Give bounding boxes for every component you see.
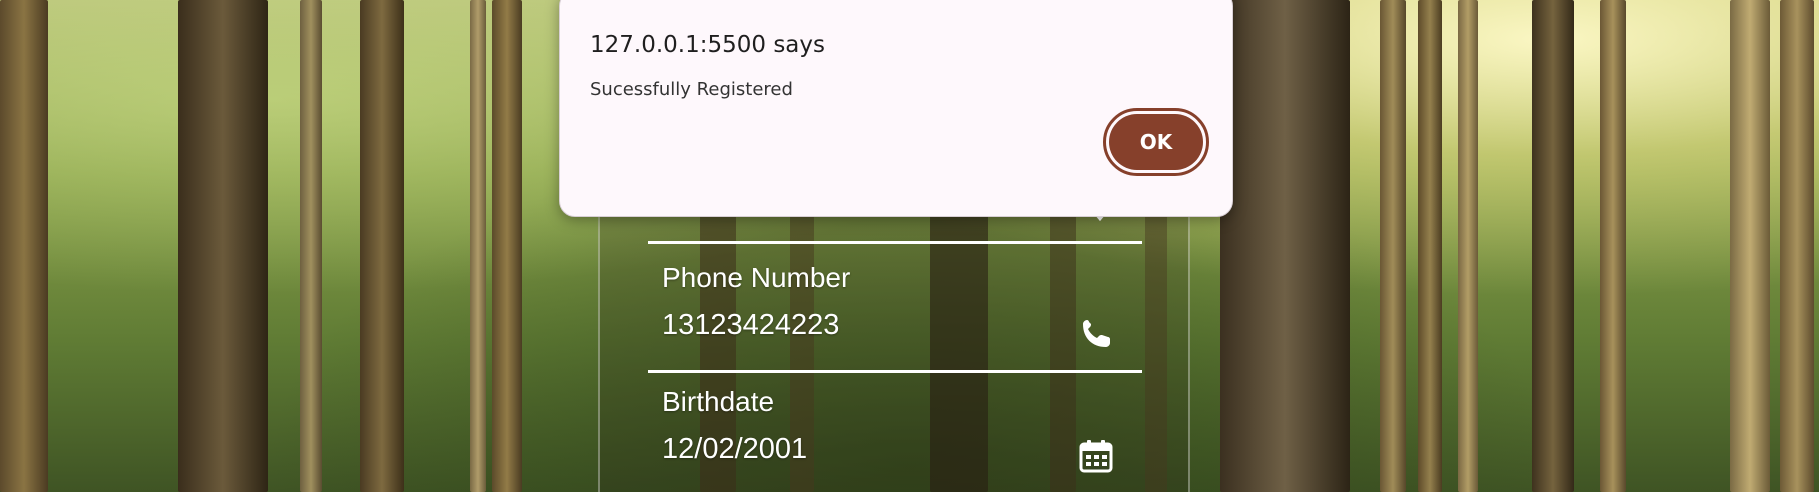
tree-trunk (1380, 0, 1406, 492)
ok-button-label: OK (1109, 114, 1203, 170)
birthdate-label: Birthdate (662, 386, 775, 417)
tree-trunk (178, 0, 268, 492)
dialog-title: 127.0.0.1:5500 says (590, 32, 825, 58)
calendar-icon[interactable] (1078, 438, 1114, 474)
birthdate-input[interactable] (662, 433, 1042, 466)
birthdate-field: Birthdate (648, 370, 1142, 492)
tree-trunk (1730, 0, 1770, 492)
alert-dialog: 127.0.0.1:5500 says Sucessfully Register… (559, 0, 1233, 217)
tree-trunk (1418, 0, 1442, 492)
phone-icon (1083, 320, 1110, 347)
tree-trunk (300, 0, 322, 492)
tree-trunk (0, 0, 48, 492)
tree-trunk (1220, 0, 1350, 492)
phone-number-label: Phone Number (662, 262, 851, 293)
phone-number-field: Phone Number (648, 244, 1142, 373)
tree-trunk (1600, 0, 1626, 492)
phone-number-input[interactable] (662, 309, 1042, 342)
tree-trunk (1458, 0, 1478, 492)
tree-trunk (492, 0, 522, 492)
tree-trunk (470, 0, 486, 492)
tree-trunk (1532, 0, 1574, 492)
tree-trunk (1780, 0, 1814, 492)
tree-trunk (360, 0, 404, 492)
dialog-message: Sucessfully Registered (590, 79, 793, 100)
ok-button[interactable]: OK (1103, 108, 1209, 176)
